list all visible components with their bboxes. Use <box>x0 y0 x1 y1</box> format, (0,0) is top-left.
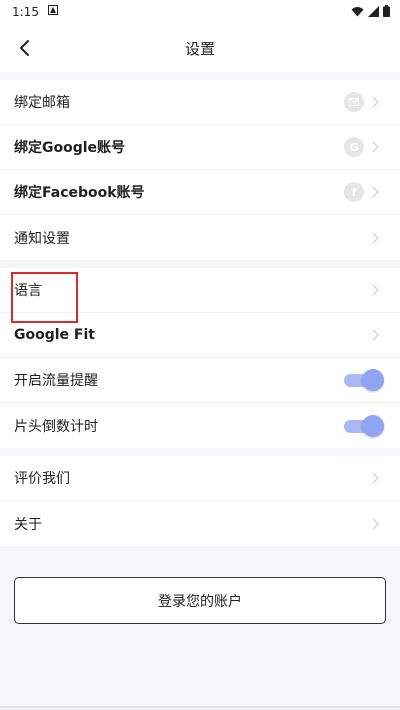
toggle-knob <box>362 369 384 391</box>
login-button[interactable]: 登录您的账户 <box>14 577 386 624</box>
account-binding-group: 绑定邮箱 绑定Google账号 G 绑定Facebook账号 f 通知设置 <box>0 80 400 260</box>
mail-icon <box>344 92 364 112</box>
about-row[interactable]: 关于 <box>0 501 400 546</box>
row-label: 关于 <box>14 516 42 533</box>
intro-countdown-row: 片头倒数计时 <box>0 403 400 448</box>
chevron-right-icon <box>372 231 380 244</box>
chevron-right-icon <box>372 141 380 153</box>
bottom-divider <box>0 706 400 708</box>
intro-countdown-toggle[interactable] <box>344 414 384 437</box>
google-icon: G <box>344 137 364 157</box>
wifi-icon <box>351 6 364 16</box>
chevron-right-icon <box>372 472 380 484</box>
battery-icon <box>383 5 390 17</box>
data-usage-reminder-toggle[interactable] <box>344 369 384 391</box>
notification-settings-row[interactable]: 通知设置 <box>0 215 400 260</box>
system-icons <box>351 5 390 17</box>
chevron-right-icon <box>372 284 380 296</box>
facebook-icon: f <box>344 182 364 202</box>
row-label: 评价我们 <box>14 471 70 487</box>
google-fit-row[interactable]: Google Fit <box>0 313 400 358</box>
row-label: 绑定Google账号 <box>14 140 126 156</box>
preferences-group: 语言 Google Fit 开启流量提醒 片头倒数计时 <box>0 268 400 448</box>
row-label: 绑定邮箱 <box>14 95 70 111</box>
rate-us-row[interactable]: 评价我们 <box>0 456 400 501</box>
language-row[interactable]: 语言 <box>0 268 400 313</box>
about-group: 评价我们 关于 <box>0 456 400 546</box>
data-usage-reminder-row: 开启流量提醒 <box>0 358 400 403</box>
row-label: 通知设置 <box>14 230 70 247</box>
notification-icon <box>48 5 58 15</box>
bind-email-row[interactable]: 绑定邮箱 <box>0 80 400 125</box>
chevron-right-icon <box>372 517 380 530</box>
row-label: 开启流量提醒 <box>14 373 98 389</box>
toggle-knob <box>362 414 384 437</box>
signal-icon <box>368 5 379 17</box>
chevron-right-icon <box>372 96 380 108</box>
row-label: Google Fit <box>14 327 95 343</box>
row-label: 绑定Facebook账号 <box>14 185 145 201</box>
page-title: 设置 <box>184 40 215 58</box>
app-bar: 设置 <box>0 24 400 72</box>
status-bar: 1:15 <box>0 0 400 24</box>
bind-facebook-row[interactable]: 绑定Facebook账号 f <box>0 170 400 215</box>
bind-google-row[interactable]: 绑定Google账号 G <box>0 125 400 170</box>
chevron-right-icon <box>372 329 380 341</box>
chevron-right-icon <box>372 186 380 198</box>
status-time: 1:15 <box>12 5 39 19</box>
row-label: 片头倒数计时 <box>14 418 98 435</box>
row-label: 语言 <box>14 283 42 299</box>
